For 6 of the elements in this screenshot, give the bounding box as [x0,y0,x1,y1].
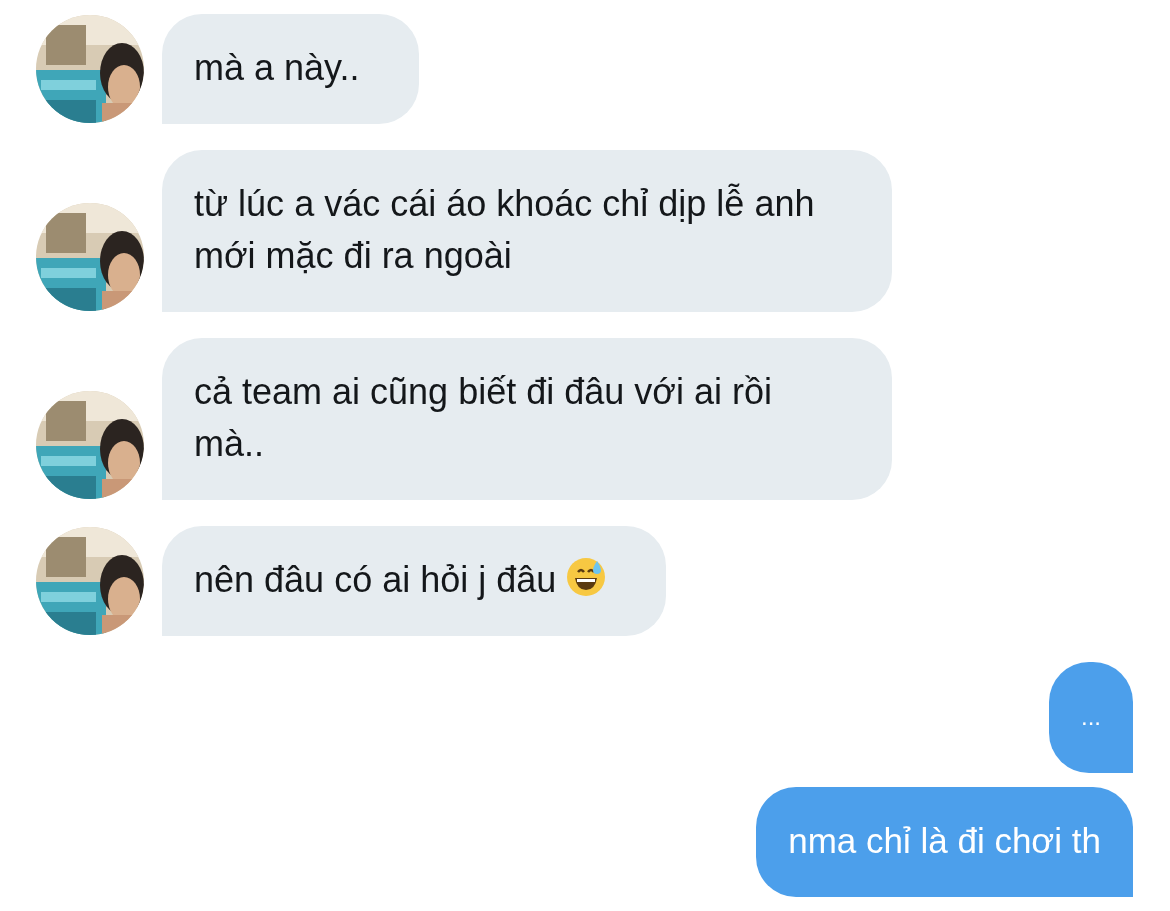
message-bubble: ... [1049,662,1133,773]
message-bubble: từ lúc a vác cái áo khoác chỉ dịp lễ anh mới mặc đi ra ngoài [162,150,892,312]
message-bubble: cả team ai cũng biết đi đâu với ai rồi mà.. [162,338,892,500]
message-bubble: mà a này.. [162,14,420,124]
message-bubble: nên đâu có ai hỏi j đâu [162,526,667,636]
message-bubble: nma chỉ là đi chơi th [756,787,1133,897]
